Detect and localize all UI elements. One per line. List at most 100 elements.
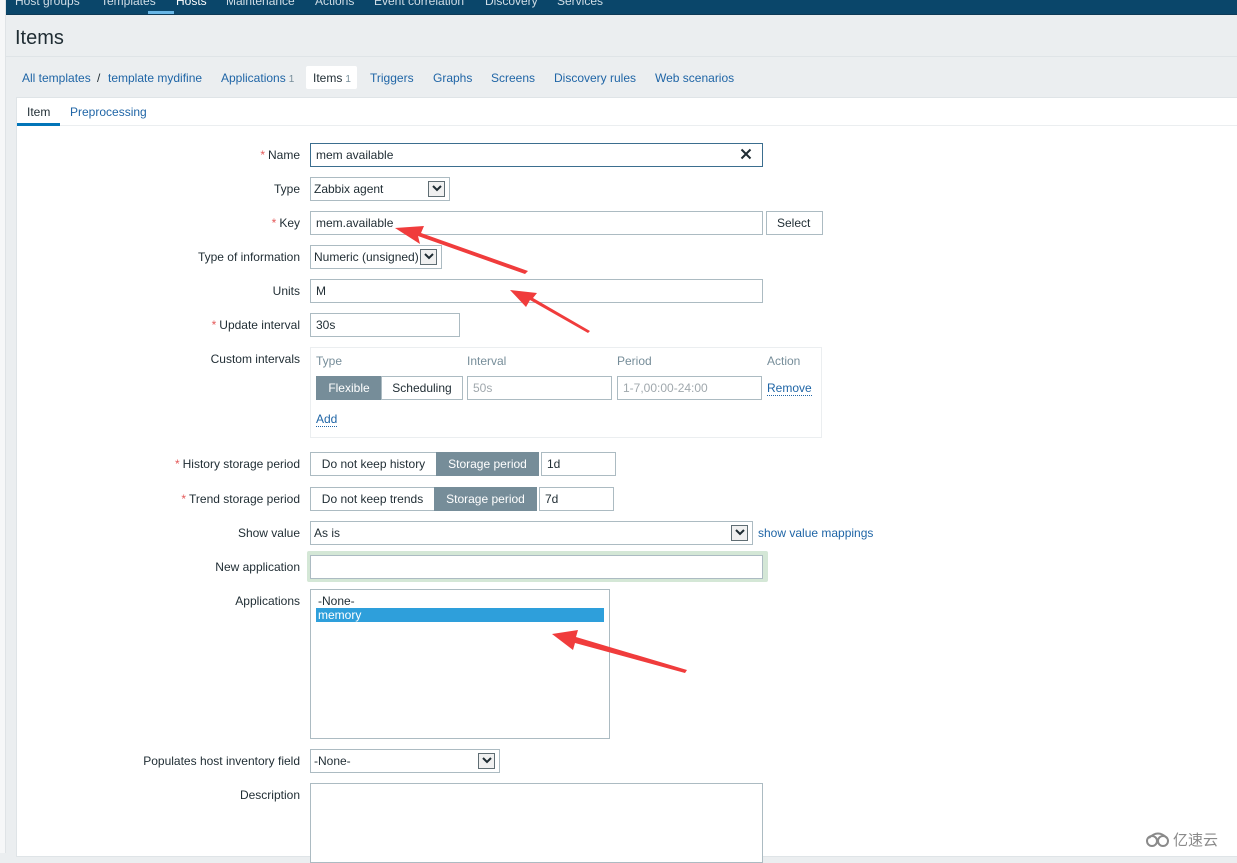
nav-event-correlation[interactable]: Event correlation xyxy=(374,0,464,8)
name-label: * Name xyxy=(260,148,300,162)
show-value-mappings-link[interactable]: show value mappings xyxy=(758,526,873,540)
update-interval-input[interactable]: 30s xyxy=(310,313,460,337)
title-divider xyxy=(6,56,1237,57)
custom-intervals-table: Type Interval Period Action Flexible Sch… xyxy=(310,347,822,438)
update-interval-label: * Update interval xyxy=(212,318,300,332)
custom-intervals-label: Custom intervals xyxy=(210,352,300,366)
applications-label: Applications xyxy=(235,594,300,608)
watermark: 亿速云 xyxy=(1145,829,1218,850)
ci-remove-link[interactable]: Remove xyxy=(767,381,812,396)
breadcrumb-discovery-rules[interactable]: Discovery rules xyxy=(554,71,636,85)
tab-preprocessing[interactable]: Preprocessing xyxy=(70,105,147,119)
nav-actions[interactable]: Actions xyxy=(315,0,354,8)
breadcrumb-triggers[interactable]: Triggers xyxy=(370,71,414,85)
required-mark: * xyxy=(181,492,187,506)
breadcrumb-template[interactable]: template mydifine xyxy=(108,71,202,85)
items-count: 1 xyxy=(345,74,351,85)
trend-do-not-keep-toggle[interactable]: Do not keep trends xyxy=(310,487,435,511)
units-input[interactable]: M xyxy=(310,279,763,303)
required-mark: * xyxy=(174,457,180,471)
page-title: Items xyxy=(15,27,64,49)
required-mark: * xyxy=(260,148,265,162)
show-value-label: Show value xyxy=(237,526,300,540)
trend-storage-label-text: Trend storage period xyxy=(189,492,300,506)
description-textarea[interactable] xyxy=(310,783,763,863)
history-storage-period-toggle[interactable]: Storage period xyxy=(436,452,539,476)
type-of-information-label: Type of information xyxy=(197,250,300,264)
ci-interval-input[interactable]: 50s xyxy=(467,376,612,400)
breadcrumb-web-scenarios[interactable]: Web scenarios xyxy=(655,71,734,85)
history-do-not-keep-toggle[interactable]: Do not keep history xyxy=(310,452,437,476)
key-label-text: Key xyxy=(279,216,300,230)
history-period-input[interactable]: 1d xyxy=(541,452,616,476)
show-value-select[interactable]: As is xyxy=(310,521,753,545)
description-label: Description xyxy=(239,788,300,802)
breadcrumb-applications[interactable]: Applications 1 xyxy=(221,71,294,85)
applications-count: 1 xyxy=(288,74,295,85)
type-of-information-select[interactable]: Numeric (unsigned) xyxy=(310,245,442,269)
key-value: mem.available xyxy=(316,216,394,230)
tab-item[interactable]: Item xyxy=(27,105,50,119)
trend-period-value: 7d xyxy=(545,492,559,506)
nav-active-indicator xyxy=(148,11,174,14)
required-mark: * xyxy=(271,216,277,230)
application-option-memory[interactable]: memory xyxy=(316,608,604,622)
application-option-none[interactable]: -None- xyxy=(316,594,604,608)
ci-header-period: Period xyxy=(617,354,652,368)
nav-services[interactable]: Services xyxy=(557,0,603,8)
left-edge xyxy=(0,0,6,853)
type-value: Zabbix agent xyxy=(314,182,384,196)
breadcrumb-graphs[interactable]: Graphs xyxy=(433,71,472,85)
ci-header-action: Action xyxy=(767,354,801,368)
watermark-text: 亿速云 xyxy=(1173,832,1219,849)
inventory-field-select[interactable]: -None- xyxy=(310,749,500,773)
ci-period-placeholder: 1-7,00:00-24:00 xyxy=(623,381,708,395)
nav-templates[interactable]: Templates xyxy=(101,0,156,8)
ci-scheduling-toggle[interactable]: Scheduling xyxy=(381,376,463,400)
tab-active-indicator xyxy=(17,123,60,126)
name-input[interactable]: mem available xyxy=(310,143,763,167)
history-storage-label-text: History storage period xyxy=(182,457,300,471)
trend-period-input[interactable]: 7d xyxy=(539,487,614,511)
ci-header-type: Type xyxy=(316,354,343,368)
units-value: M xyxy=(316,284,326,298)
breadcrumb-screens[interactable]: Screens xyxy=(491,71,535,85)
top-navigation: Host groups Templates Hosts Maintenance … xyxy=(6,0,1237,15)
type-select[interactable]: Zabbix agent xyxy=(310,177,450,201)
type-label: Type xyxy=(273,182,300,196)
cloud-logo-icon xyxy=(1145,832,1173,849)
form-tabs: Item Preprocessing xyxy=(17,98,1237,126)
inventory-field-value: -None- xyxy=(314,754,351,768)
ci-add-link[interactable]: Add xyxy=(316,412,338,427)
units-label: Units xyxy=(272,284,300,298)
show-value-value: As is xyxy=(314,526,341,540)
clear-icon[interactable] xyxy=(740,148,752,163)
breadcrumb-items[interactable]: Items 1 xyxy=(313,71,351,85)
type-of-information-value: Numeric (unsigned) xyxy=(314,250,419,264)
key-select-button[interactable]: Select xyxy=(766,211,823,235)
nav-host-groups[interactable]: Host groups xyxy=(15,0,80,8)
chevron-down-icon xyxy=(428,181,445,197)
chevron-down-icon xyxy=(731,525,748,541)
applications-listbox[interactable]: -None- memory xyxy=(310,589,610,739)
breadcrumb-separator: / xyxy=(97,71,101,85)
chevron-down-icon xyxy=(478,753,495,769)
ci-flexible-toggle[interactable]: Flexible xyxy=(316,376,382,400)
nav-hosts[interactable]: Hosts xyxy=(176,0,207,8)
applications-label: Applications xyxy=(221,71,286,85)
update-interval-value: 30s xyxy=(316,318,336,332)
history-period-value: 1d xyxy=(547,457,561,471)
key-input[interactable]: mem.available xyxy=(310,211,763,235)
nav-maintenance[interactable]: Maintenance xyxy=(226,0,295,8)
new-application-label: New application xyxy=(215,560,300,574)
chevron-down-icon xyxy=(420,249,437,265)
nav-discovery[interactable]: Discovery xyxy=(485,0,538,8)
trend-storage-label: * Trend storage period xyxy=(181,492,300,506)
breadcrumb-all-templates[interactable]: All templates xyxy=(22,71,91,85)
new-application-input[interactable] xyxy=(310,555,763,579)
name-value: mem available xyxy=(316,148,394,162)
trend-storage-period-toggle[interactable]: Storage period xyxy=(434,487,537,511)
ci-header-interval: Interval xyxy=(467,354,507,368)
update-interval-label-text: Update interval xyxy=(219,318,300,332)
ci-period-input[interactable]: 1-7,00:00-24:00 xyxy=(617,376,762,400)
